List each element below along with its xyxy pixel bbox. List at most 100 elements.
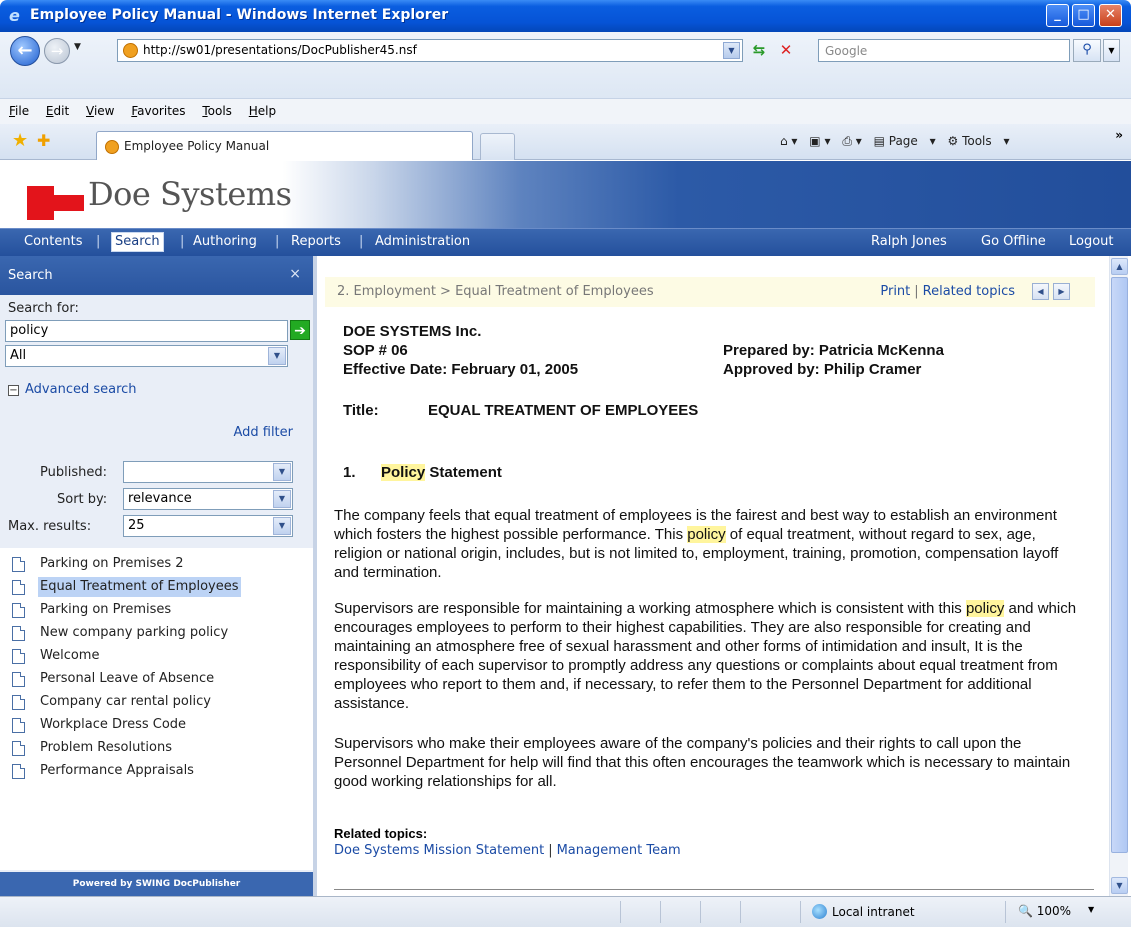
menu-view[interactable]: View [86, 99, 114, 118]
menu-help[interactable]: Help [249, 99, 276, 118]
scrollbar-thumb[interactable] [1111, 277, 1128, 853]
chevron-down-icon[interactable]: ▼ [273, 490, 291, 508]
published-label: Published: [40, 465, 107, 480]
zoom-dropdown-icon[interactable]: ▼ [1088, 905, 1094, 914]
section-number: 1. [343, 464, 356, 481]
security-zone-label: Local intranet [832, 905, 915, 919]
nav-go-offline[interactable]: Go Offline [981, 234, 1046, 249]
breadcrumb[interactable]: 2. Employment > Equal Treatment of Emplo… [337, 284, 654, 299]
forward-button[interactable]: → [44, 38, 70, 64]
powered-by-footer[interactable]: Powered by SWING DocPublisher [0, 872, 313, 896]
document-icon [12, 764, 25, 779]
vertical-scrollbar[interactable]: ▲ ▼ [1109, 256, 1128, 896]
list-item[interactable]: Problem Resolutions [12, 738, 174, 758]
document-icon [12, 695, 25, 710]
add-filter-link[interactable]: Add filter [233, 425, 293, 440]
home-icon[interactable]: ⌂ ▾ [780, 134, 797, 148]
list-item[interactable]: New company parking policy [12, 623, 230, 643]
related-topics-link[interactable]: Related topics [923, 284, 1015, 299]
search-query-input[interactable]: policy [5, 320, 288, 342]
address-bar[interactable]: http://sw01/presentations/DocPublisher45… [117, 39, 743, 62]
stop-icon[interactable]: ✕ [775, 41, 797, 61]
add-favorite-icon[interactable]: ✚ [37, 131, 50, 150]
next-page-icon[interactable]: ▶ [1053, 283, 1070, 300]
refresh-icon[interactable]: ⇆ [748, 41, 770, 61]
nav-contents[interactable]: Contents [24, 234, 82, 249]
list-item[interactable]: Welcome [12, 646, 101, 666]
feeds-icon[interactable]: ▣ ▾ [809, 134, 830, 148]
security-zone[interactable]: Local intranet [812, 904, 915, 919]
scroll-up-icon[interactable]: ▲ [1111, 258, 1128, 275]
search-scope-select[interactable]: All ▼ [5, 345, 288, 367]
document-icon [12, 626, 25, 641]
document-icon [12, 741, 25, 756]
title-label: Title: [343, 402, 379, 419]
list-item[interactable]: Equal Treatment of Employees [12, 577, 241, 597]
chevron-down-icon[interactable]: ▼ [273, 517, 291, 535]
tab-row: ★ ✚ Employee Policy Manual ⌂ ▾ ▣ ▾ ⎙ ▾ ▤… [0, 124, 1131, 160]
list-item[interactable]: Performance Appraisals [12, 761, 196, 781]
highlighted-term: policy [965, 600, 1005, 617]
zoom-level[interactable]: 🔍 100% [1018, 904, 1071, 918]
advanced-search-toggle[interactable]: − Advanced search [8, 382, 137, 397]
menu-tools[interactable]: Tools [202, 99, 232, 118]
menu-file[interactable]: File [9, 99, 29, 118]
close-panel-icon[interactable]: × [289, 266, 301, 282]
document-actions: Print | Related topics [880, 284, 1015, 299]
print-icon[interactable]: ⎙ ▾ [842, 134, 861, 148]
nav-logout[interactable]: Logout [1069, 234, 1114, 249]
address-dropdown-icon[interactable]: ▼ [723, 42, 740, 59]
new-tab-button[interactable] [480, 133, 515, 160]
paragraph-2: Supervisors are responsible for maintain… [334, 599, 1086, 713]
ie-logo-icon: e [9, 6, 20, 25]
nav-authoring[interactable]: Authoring [193, 234, 257, 249]
search-go-icon[interactable]: ➔ [290, 320, 310, 340]
maximize-button[interactable]: □ [1072, 4, 1095, 27]
sop-number: SOP # 06 [343, 342, 408, 359]
logo-text: Doe Systems [88, 175, 292, 213]
page-menu-button[interactable]: ▤ Page ▾ [874, 134, 936, 148]
tab-employee-policy-manual[interactable]: Employee Policy Manual [96, 131, 473, 160]
back-button[interactable]: ← [10, 36, 40, 66]
page-menu-label: Page [888, 134, 918, 148]
globe-icon [812, 904, 827, 919]
search-provider-dropdown-icon[interactable]: ▼ [1103, 39, 1120, 62]
toolbar-overflow-icon[interactable]: » [1115, 128, 1123, 142]
browser-search-input[interactable]: Google [818, 39, 1070, 62]
minimize-button[interactable]: _ [1046, 4, 1069, 27]
related-link-management[interactable]: Management Team [557, 843, 681, 858]
list-item[interactable]: Parking on Premises [12, 600, 173, 620]
list-item[interactable]: Company car rental policy [12, 692, 213, 712]
site-banner: Doe Systems [0, 161, 1131, 228]
list-item[interactable]: Personal Leave of Absence [12, 669, 216, 689]
maxresults-select[interactable]: 25 ▼ [123, 515, 293, 537]
browser-search-button[interactable]: ⚲ [1073, 39, 1101, 62]
nav-reports[interactable]: Reports [291, 234, 341, 249]
menu-edit[interactable]: Edit [46, 99, 69, 118]
tools-menu-button[interactable]: ⚙ Tools ▾ [947, 134, 1009, 148]
list-item[interactable]: Parking on Premises 2 [12, 554, 186, 574]
nav-search[interactable]: Search [111, 232, 164, 252]
address-url[interactable]: http://sw01/presentations/DocPublisher45… [143, 43, 417, 57]
window-titlebar: e Employee Policy Manual - Windows Inter… [0, 0, 1131, 32]
nav-user[interactable]: Ralph Jones [871, 234, 947, 249]
chevron-down-icon[interactable]: ▼ [273, 463, 291, 481]
collapse-icon[interactable]: − [8, 385, 19, 396]
search-form: Search for: policy ➔ All ▼ − Advanced sea… [0, 295, 313, 872]
print-link[interactable]: Print [880, 284, 910, 299]
menu-favorites[interactable]: Favorites [131, 99, 185, 118]
related-link-mission[interactable]: Doe Systems Mission Statement [334, 843, 544, 858]
sortby-select[interactable]: relevance ▼ [123, 488, 293, 510]
published-select[interactable]: ▼ [123, 461, 293, 483]
favorites-star-icon[interactable]: ★ [12, 130, 28, 151]
document-icon [12, 603, 25, 618]
list-item[interactable]: Workplace Dress Code [12, 715, 188, 735]
nav-administration[interactable]: Administration [375, 234, 470, 249]
prepared-by: Prepared by: Patricia McKenna [723, 342, 944, 359]
history-dropdown-icon[interactable]: ▼ [74, 42, 81, 52]
paragraph-3: Supervisors who make their employees awa… [334, 735, 1071, 790]
scroll-down-icon[interactable]: ▼ [1111, 877, 1128, 894]
previous-page-icon[interactable]: ◀ [1032, 283, 1049, 300]
chevron-down-icon[interactable]: ▼ [268, 347, 286, 365]
close-button[interactable]: ✕ [1099, 4, 1122, 27]
